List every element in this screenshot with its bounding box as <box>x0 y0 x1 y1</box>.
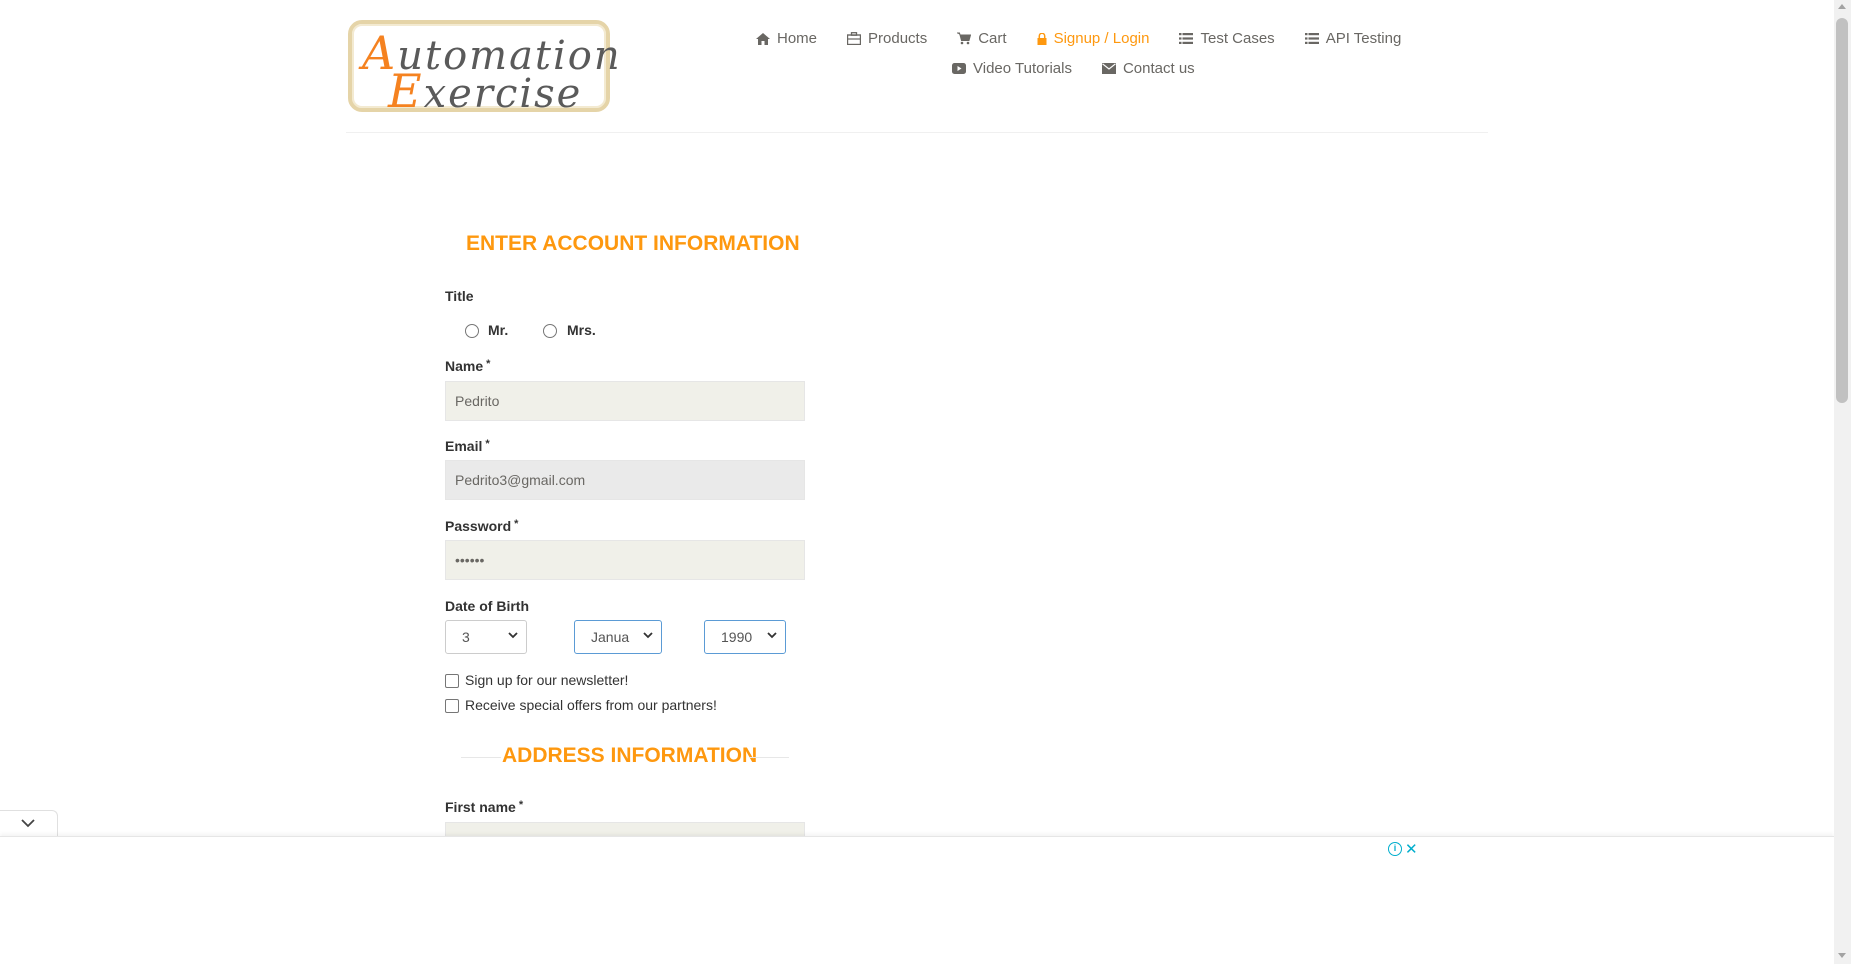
list-icon <box>1304 33 1319 44</box>
nav-signup-login[interactable]: Signup / Login <box>1037 30 1149 47</box>
account-info-heading: ENTER ACCOUNT INFORMATION <box>466 232 800 255</box>
nav-api-testing[interactable]: API Testing <box>1304 30 1401 47</box>
home-icon <box>756 32 770 45</box>
envelope-icon <box>1101 63 1116 74</box>
special-offers-label: Receive special offers from our partners… <box>465 697 717 713</box>
email-label: Email * <box>445 438 490 454</box>
title-mr-label: Mr. <box>488 322 509 338</box>
nav-video-tutorials[interactable]: Video Tutorials <box>952 60 1072 77</box>
ad-close-icon[interactable]: ✕ <box>1405 840 1418 858</box>
address-info-heading: ADDRESS INFORMATION <box>502 744 758 767</box>
nav-home[interactable]: Home <box>756 30 817 47</box>
dob-month-select[interactable]: Janua <box>574 620 662 654</box>
title-mr-radio[interactable] <box>465 324 479 338</box>
dob-label: Date of Birth <box>445 598 529 614</box>
name-input[interactable] <box>445 381 805 421</box>
scrollbar-thumb[interactable] <box>1836 18 1848 403</box>
lock-icon <box>1037 32 1047 45</box>
cart-icon <box>957 32 972 45</box>
title-mrs-radio[interactable] <box>543 324 557 338</box>
address-heading-line-right <box>749 757 789 758</box>
newsletter-label: Sign up for our newsletter! <box>465 672 629 688</box>
newsletter-checkbox[interactable] <box>445 674 459 688</box>
chevron-down-icon <box>508 632 518 639</box>
header-divider <box>346 132 1488 133</box>
address-heading-line-left <box>461 757 501 758</box>
title-label: Title <box>445 288 474 304</box>
email-input[interactable] <box>445 460 805 500</box>
ad-info-icon[interactable]: i <box>1388 842 1402 856</box>
chevron-down-icon <box>643 632 653 639</box>
nav-test-cases[interactable]: Test Cases <box>1179 30 1275 47</box>
main-nav-row2: Video Tutorials Contact us <box>952 60 1225 77</box>
password-input[interactable] <box>445 540 805 580</box>
main-nav: Home Products Cart Signup / Login Test C… <box>756 30 1431 47</box>
list-icon <box>1179 33 1194 44</box>
chevron-down-icon <box>767 632 777 639</box>
nav-cart[interactable]: Cart <box>957 30 1007 47</box>
title-mrs-label: Mrs. <box>567 322 596 338</box>
first-name-label: First name * <box>445 799 524 815</box>
logo-line2: xercise <box>423 71 583 117</box>
dob-year-select[interactable]: 1990 <box>704 620 786 654</box>
ad-frame[interactable] <box>415 842 1419 964</box>
scroll-up-arrow-icon[interactable] <box>1838 4 1846 9</box>
special-offers-checkbox[interactable] <box>445 699 459 713</box>
ad-collapse-toggle[interactable] <box>0 810 58 837</box>
site-logo[interactable]: Automation Exercise <box>348 20 620 118</box>
youtube-play-icon <box>952 63 966 74</box>
name-label: Name * <box>445 358 491 374</box>
chevron-down-icon <box>21 819 35 828</box>
scroll-down-arrow-icon[interactable] <box>1838 953 1846 958</box>
nav-products[interactable]: Products <box>847 30 927 47</box>
nav-contact-us[interactable]: Contact us <box>1101 60 1195 77</box>
password-label: Password * <box>445 518 519 534</box>
briefcase-icon <box>847 32 862 45</box>
dob-day-select[interactable]: 3 <box>445 620 527 654</box>
